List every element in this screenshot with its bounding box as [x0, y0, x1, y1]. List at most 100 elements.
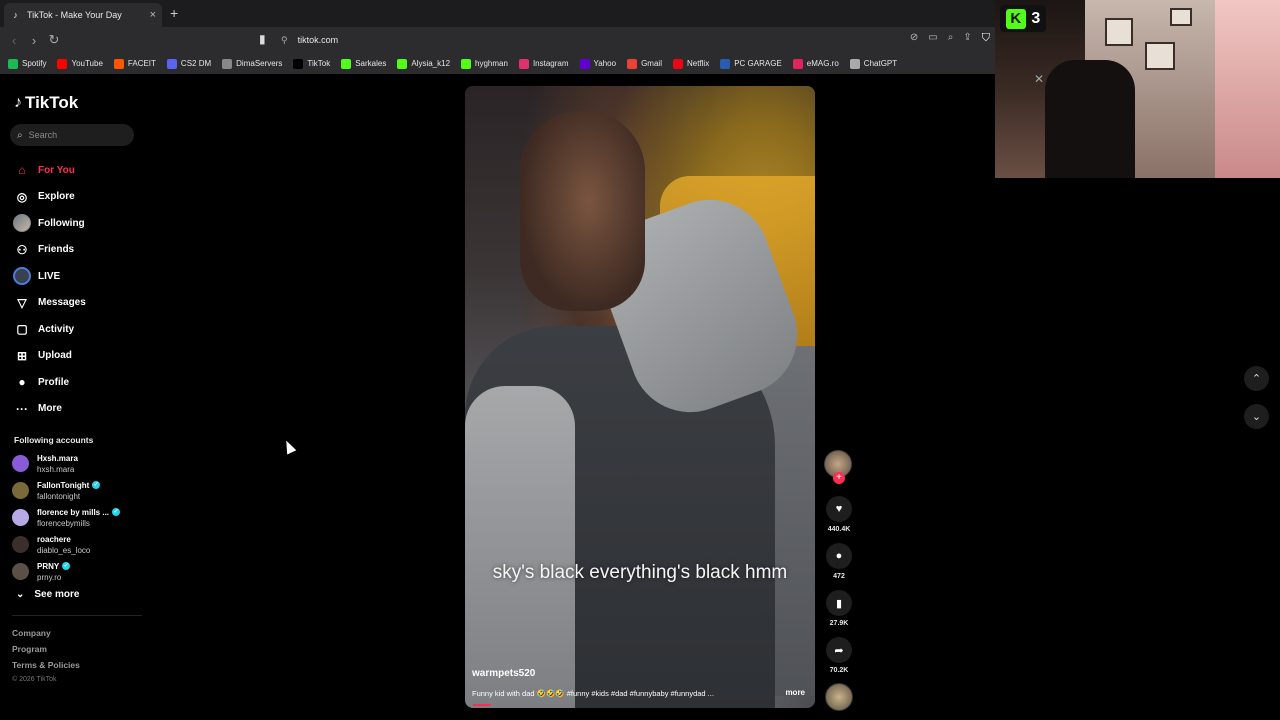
bookmark-item[interactable]: PC GARAGE — [720, 58, 782, 69]
close-tab-icon[interactable]: × — [150, 9, 156, 21]
more-icon: ··· — [16, 401, 28, 416]
next-video-button[interactable]: ⌄ — [1244, 404, 1269, 429]
bookmark-item[interactable]: hyghman — [461, 58, 508, 69]
account-handle: diablo_es_loco — [37, 545, 91, 555]
description-more-button[interactable]: more — [785, 688, 805, 697]
site-info-icon[interactable]: ⚲ — [281, 35, 288, 46]
account-names: PRNY ✓ prny.ro — [37, 561, 71, 583]
footer-company-link[interactable]: Company — [12, 628, 80, 644]
nav-item-more[interactable]: ··· More — [12, 396, 142, 423]
nav-item-profile[interactable]: ● Profile — [12, 369, 142, 396]
bookmark-item[interactable]: FACEIT — [113, 58, 156, 69]
bookmark-item[interactable]: DimaServers — [222, 58, 282, 69]
account-names: FallonTonight ✓ fallontonight — [37, 480, 101, 502]
address-bar: ‹ › ↻ ▮ ⚲ tiktok.com ⊘ ▭ ⌕ ⇪ ⛉ — [0, 27, 995, 53]
browser-tab-bar: ♪ TikTok - Make Your Day × + — [0, 0, 995, 27]
follow-plus-icon[interactable]: + — [833, 472, 845, 484]
following-account[interactable]: roachere diablo_es_loco — [12, 531, 147, 558]
previous-video-button[interactable]: ⌃ — [1244, 366, 1269, 391]
bookmark-label: Netflix — [686, 59, 710, 68]
nav-item-activity[interactable]: ▢ Activity — [12, 316, 142, 343]
see-more-button[interactable]: ⌄ See more — [16, 589, 79, 600]
heart-icon[interactable]: ♥ — [826, 496, 852, 522]
following-account[interactable]: florence by mills ... ✓ florencebymills — [12, 504, 147, 531]
bookmark-item[interactable]: eMAG.ro — [792, 58, 839, 69]
chevron-down-icon: ⌄ — [1251, 411, 1262, 423]
account-handle: fallontonight — [37, 491, 81, 501]
cast-icon[interactable]: ▭ — [928, 32, 937, 45]
messages-icon: ▽ — [17, 295, 27, 310]
video-username[interactable]: warmpets520 — [472, 668, 535, 679]
translate-icon[interactable]: ⊘ — [910, 32, 918, 45]
bookmark-label: Spotify — [22, 59, 47, 68]
zoom-icon[interactable]: ⌕ — [948, 32, 954, 45]
creator-avatar[interactable]: + — [824, 450, 852, 484]
bookmark-label: PC GARAGE — [734, 59, 782, 68]
upload-icon: ⊞ — [16, 348, 28, 363]
webcam-picture-frame — [1105, 18, 1133, 46]
share-icon[interactable]: ⇪ — [963, 32, 971, 45]
main-nav: ⌂ For You ◎ Explore Following ⚇ Friends LIVE ▽ Me… — [12, 157, 142, 422]
nav-label: Following — [38, 217, 85, 229]
following-account[interactable]: Hxsh.mara hxsh.mara — [12, 450, 147, 477]
following-accounts-list: Hxsh.mara hxsh.mara FallonTonight ✓ fallonto… — [12, 450, 147, 585]
video-player[interactable]: sky's black everything's black hmm warmp… — [465, 86, 815, 708]
like-count: 440.4K — [827, 526, 851, 533]
bookmark-item[interactable]: Spotify — [8, 58, 47, 69]
bookmark-item[interactable]: Alysia_k12 — [397, 58, 450, 69]
verified-badge-icon: ✓ — [112, 508, 121, 516]
bookmark-item[interactable]: Gmail — [627, 58, 662, 69]
account-name: roachere — [37, 534, 71, 544]
nav-item-live[interactable]: LIVE — [12, 263, 142, 290]
tiktok-icon — [293, 58, 304, 69]
nav-item-explore[interactable]: ◎ Explore — [12, 184, 142, 211]
nav-label: Profile — [38, 376, 70, 388]
bookmark-item[interactable]: CS2 DM — [166, 58, 211, 69]
reload-icon[interactable]: ↻ — [44, 32, 64, 48]
new-tab-button[interactable]: + — [170, 5, 178, 21]
footer-program-link[interactable]: Program — [12, 644, 80, 660]
browser-tab[interactable]: ♪ TikTok - Make Your Day × — [4, 3, 162, 27]
share-arrow-icon[interactable]: ➦ — [826, 637, 852, 663]
nav-item-upload[interactable]: ⊞ Upload — [12, 343, 142, 370]
comment-icon[interactable]: ● — [826, 543, 852, 569]
bookmarks-bar: Spotify YouTube FACEIT CS2 DM DimaServers Tik… — [0, 53, 995, 74]
following-account[interactable]: FallonTonight ✓ fallontonight — [12, 477, 147, 504]
bookmark-icon[interactable]: ▮ — [259, 32, 266, 46]
verified-badge-icon: ✓ — [92, 481, 101, 489]
bookmark-item[interactable]: YouTube — [57, 58, 103, 69]
bookmark-item[interactable]: Sarkales — [341, 58, 386, 69]
bookmark-item[interactable]: Netflix — [672, 58, 710, 69]
video-actions: + — [824, 450, 854, 484]
url-field[interactable]: ⚲ tiktok.com — [281, 31, 981, 49]
music-disc-avatar[interactable] — [825, 683, 853, 711]
bookmark-item[interactable]: ChatGPT — [849, 58, 897, 69]
compass-icon: ◎ — [16, 189, 28, 204]
back-icon[interactable]: ‹ — [4, 33, 24, 48]
faceit-icon — [113, 58, 124, 69]
following-account[interactable]: PRNY ✓ prny.ro — [12, 558, 147, 585]
bookmark-item[interactable]: TikTok — [293, 58, 330, 69]
nav-item-friends[interactable]: ⚇ Friends — [12, 237, 142, 264]
brave-shield-icon[interactable]: ⛉ — [982, 32, 990, 45]
account-name-row: Hxsh.mara — [37, 453, 78, 464]
nav-item-for-you[interactable]: ⌂ For You — [12, 157, 142, 184]
footer-terms-link[interactable]: Terms & Policies — [12, 660, 80, 676]
search-input[interactable]: ⌕ Search — [10, 124, 134, 146]
video-progress-bar[interactable] — [473, 704, 491, 706]
forward-icon[interactable]: › — [24, 33, 44, 48]
bookmark-label: hyghman — [475, 59, 508, 68]
bookmark-item[interactable]: Instagram — [518, 58, 569, 69]
tab-title: TikTok - Make Your Day — [27, 10, 122, 20]
bookmark-save-icon[interactable]: ▮ — [826, 590, 852, 616]
bookmark-label: YouTube — [71, 59, 103, 68]
nav-item-following[interactable]: Following — [12, 210, 142, 237]
avatar-icon — [12, 214, 32, 233]
bookmark-item[interactable]: Yahoo — [579, 58, 616, 69]
comment-count: 472 — [833, 573, 845, 580]
tiktok-logo[interactable]: ♪ TikTok — [14, 93, 78, 113]
nav-item-messages[interactable]: ▽ Messages — [12, 290, 142, 317]
account-name-row: roachere — [37, 534, 90, 545]
address-actions: ⊘ ▭ ⌕ ⇪ ⛉ — [910, 32, 990, 45]
nav-label: Messages — [38, 297, 86, 309]
